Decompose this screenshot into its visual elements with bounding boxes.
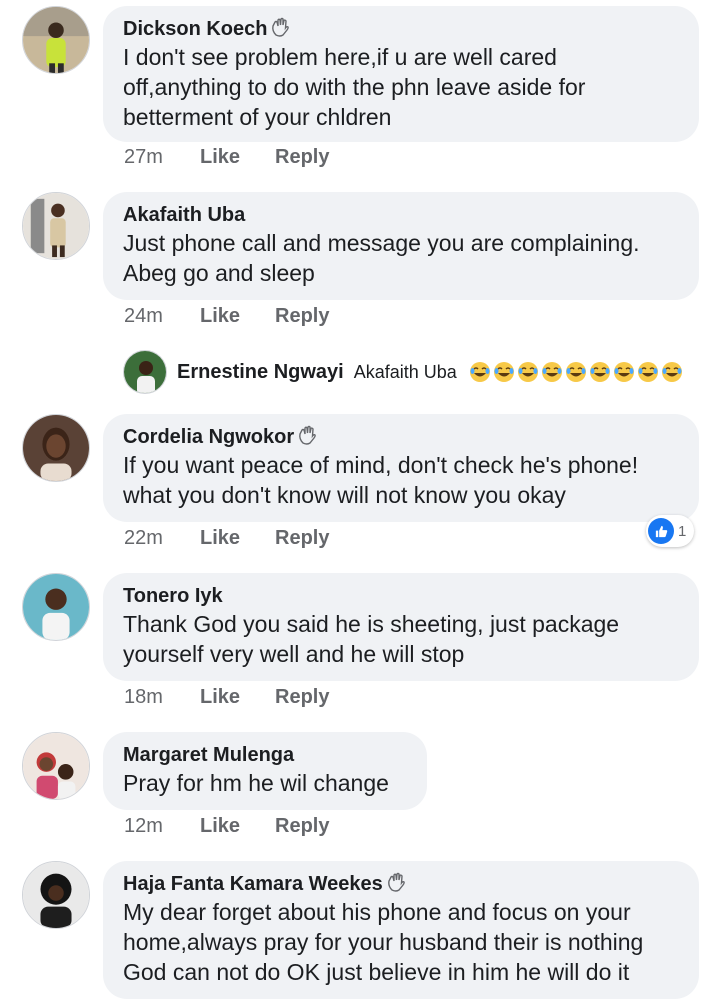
comment-text: Just phone call and message you are comp… <box>123 230 640 286</box>
waving-hand-icon <box>296 424 318 446</box>
laughing-emoji-icon <box>613 361 635 383</box>
like-button[interactable]: Like <box>200 815 275 838</box>
laughing-emoji-icon <box>493 361 515 383</box>
like-button[interactable]: Like <box>200 146 275 169</box>
comment-bubble: Tonero Iyk Thank God you said he is shee… <box>103 573 699 681</box>
comment-bubble: Dickson Koech I don't see problem here,i… <box>103 6 699 142</box>
comment-actions: 12m Like Reply <box>124 815 329 838</box>
reply-button[interactable]: Reply <box>275 146 329 169</box>
comment-actions: 22m Like Reply <box>124 527 329 550</box>
comment-text: Pray for hm he wil change <box>123 770 389 796</box>
comment-thread: Dickson Koech I don't see problem here,i… <box>0 0 720 1000</box>
comment-bubble: Haja Fanta Kamara Weekes My dear forget … <box>103 861 699 999</box>
reply-preview[interactable]: Ernestine Ngwayi Akafaith Uba <box>123 350 683 394</box>
comment-timestamp[interactable]: 27m <box>124 146 200 169</box>
laughing-emoji-icon <box>637 361 659 383</box>
comment-timestamp[interactable]: 18m <box>124 686 200 709</box>
avatar[interactable] <box>22 192 90 260</box>
comment-bubble: Akafaith Uba Just phone call and message… <box>103 192 699 300</box>
reply-mention[interactable]: Akafaith Uba <box>354 362 457 383</box>
comment-author[interactable]: Akafaith Uba <box>123 202 679 228</box>
comment-bubble: Margaret Mulenga Pray for hm he wil chan… <box>103 732 427 810</box>
comment-text: My dear forget about his phone and focus… <box>123 899 644 985</box>
laughing-emoji-icon <box>661 361 683 383</box>
laughing-emoji-icon <box>469 361 491 383</box>
comment-text: Thank God you said he is sheeting, just … <box>123 611 620 667</box>
comment-timestamp[interactable]: 24m <box>124 305 200 328</box>
comment-timestamp[interactable]: 22m <box>124 527 200 550</box>
emoji-row <box>467 361 683 384</box>
comment-author[interactable]: Tonero Iyk <box>123 583 679 609</box>
reply-button[interactable]: Reply <box>275 815 329 838</box>
avatar[interactable] <box>22 861 90 929</box>
like-button[interactable]: Like <box>200 527 275 550</box>
like-button[interactable]: Like <box>200 305 275 328</box>
comment-actions: 18m Like Reply <box>124 686 329 709</box>
avatar[interactable] <box>22 732 90 800</box>
comment-timestamp[interactable]: 12m <box>124 815 200 838</box>
comment-bubble: Cordelia Ngwokor If you want peace of mi… <box>103 414 699 522</box>
comment-author[interactable]: Margaret Mulenga <box>123 742 407 768</box>
comment-actions: 24m Like Reply <box>124 305 329 328</box>
comment-author[interactable]: Cordelia Ngwokor <box>123 424 679 450</box>
comment-text: I don't see problem here,if u are well c… <box>123 44 586 130</box>
avatar[interactable] <box>22 6 90 74</box>
waving-hand-icon <box>269 16 291 38</box>
waving-hand-icon <box>385 871 407 893</box>
comment-text: If you want peace of mind, don't check h… <box>123 452 639 508</box>
comment-actions: 27m Like Reply <box>124 146 329 169</box>
avatar[interactable] <box>22 414 90 482</box>
reaction-summary[interactable]: 1 <box>646 515 695 547</box>
avatar[interactable] <box>123 350 167 394</box>
reaction-count: 1 <box>678 522 687 540</box>
reply-button[interactable]: Reply <box>275 305 329 328</box>
thumbs-up-icon <box>648 518 674 544</box>
laughing-emoji-icon <box>565 361 587 383</box>
reply-author[interactable]: Ernestine Ngwayi <box>177 359 344 385</box>
like-button[interactable]: Like <box>200 686 275 709</box>
laughing-emoji-icon <box>589 361 611 383</box>
avatar[interactable] <box>22 573 90 641</box>
reply-button[interactable]: Reply <box>275 527 329 550</box>
laughing-emoji-icon <box>517 361 539 383</box>
comment-author[interactable]: Dickson Koech <box>123 16 679 42</box>
reply-button[interactable]: Reply <box>275 686 329 709</box>
comment-author[interactable]: Haja Fanta Kamara Weekes <box>123 871 679 897</box>
laughing-emoji-icon <box>541 361 563 383</box>
